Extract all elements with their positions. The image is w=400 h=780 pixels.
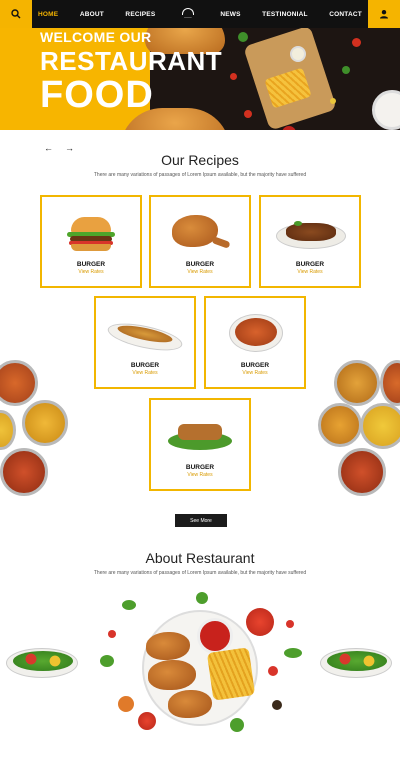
nav-contact[interactable]: CONTACT [329,11,362,18]
nav-home[interactable]: HOME [38,11,58,18]
recipe-card[interactable]: BURGER View Rates [204,296,306,389]
view-rates-link[interactable]: View Rates [132,370,157,376]
fried-chicken-piece-image [146,632,190,660]
pepper-decoration [272,700,282,710]
hero-plate-image [372,90,400,130]
curry-bowl-image [380,360,400,406]
curry-bowl-image [0,448,48,496]
tomato-decoration [246,608,274,636]
fried-chicken-image [160,211,240,255]
chef-hat-icon [181,8,194,15]
leaf-decoration [196,592,208,604]
recipe-name: BURGER [295,261,325,268]
curry-bowl-image [318,403,362,447]
view-rates-link[interactable]: View Rates [187,269,212,275]
logo-mark: ─── [184,16,192,20]
recipe-name: BURGER [185,261,215,268]
hero-tomato-decoration [352,38,361,47]
tomato-decoration [286,620,294,628]
curry-bowl-image [22,400,68,446]
rice-bowl-image [0,410,16,450]
view-rates-link[interactable]: View Rates [242,370,267,376]
fried-chicken-piece-image [148,660,196,690]
recipe-card[interactable]: BURGER View Rates [149,398,251,491]
view-rates-link[interactable]: View Rates [187,472,212,478]
salad-plate-image [6,648,78,678]
hero-dip-image [290,46,306,62]
nav-testimonial[interactable]: TESTINONIAL [262,11,308,18]
hero-tomato-decoration [244,110,252,118]
recipe-card[interactable]: BURGER View Rates [94,296,196,389]
about-title: About Restaurant [145,550,255,566]
curry-bowl-image [334,360,380,406]
leaf-decoration [122,600,136,610]
about-subtitle: There are many variations of passages of… [93,570,307,576]
fried-chicken-piece-image [168,690,212,718]
recipes-subtitle: There are many variations of passages of… [93,172,307,178]
hero-pepper-decoration [330,98,336,104]
recipe-name: BURGER [240,362,270,369]
recipe-name: BURGER [76,261,106,268]
recipe-name: BURGER [185,464,215,471]
see-more-button[interactable]: See More [175,514,227,527]
hero-tomato-decoration [230,73,237,80]
pepper-decoration [118,696,134,712]
page: HOME ABOUT RECIPES ─── NEWS TESTINONIAL … [0,0,400,780]
ketchup-bowl-image [197,618,233,654]
salad-plate-image [320,648,392,678]
hero-title-line3: FOOD [40,74,154,116]
user-icon [380,10,388,19]
view-rates-link[interactable]: View Rates [78,269,103,275]
leaf-decoration [100,655,114,667]
curry-bowl-image [0,360,38,406]
chicken-plate-image [215,312,295,356]
recipe-name: BURGER [130,362,160,369]
sandwich-image [160,414,240,458]
hero-ketchup-image [282,126,296,130]
recipe-card[interactable]: BURGER View Rates [259,195,361,288]
nav-news[interactable]: NEWS [220,11,240,18]
leaf-decoration [284,648,302,658]
logo[interactable]: ─── [177,5,199,23]
recipe-card[interactable]: BURGER View Rates [149,195,251,288]
burger-image [51,211,131,255]
hero-leaf-decoration [238,32,248,42]
recipes-title: Our Recipes [161,152,239,168]
top-navbar: HOME ABOUT RECIPES ─── NEWS TESTINONIAL … [0,0,400,28]
curry-bowl-image [338,448,386,496]
leaf-decoration [230,718,244,732]
tomato-decoration [268,666,278,676]
recipe-card[interactable]: BURGER View Rates [40,195,142,288]
main-nav: HOME ABOUT RECIPES ─── NEWS TESTINONIAL … [38,0,362,28]
tomato-decoration [108,630,116,638]
rice-bowl-image [360,403,400,449]
nav-recipes[interactable]: RECIPES [125,11,155,18]
grilled-dish-image [270,211,350,255]
user-button[interactable] [368,0,400,28]
search-button[interactable] [0,0,32,28]
view-rates-link[interactable]: View Rates [297,269,322,275]
search-icon [11,9,21,19]
tomato-decoration [138,712,156,730]
fries-image [206,647,256,701]
hero-title-line1: WELCOME OUR [40,29,152,45]
hero-leaf-decoration [342,66,350,74]
nav-about[interactable]: ABOUT [80,11,104,18]
hero-title: WELCOME OUR RESTAURANT FOOD [40,30,222,114]
hero-title-line2: RESTAURANT [40,46,223,76]
long-plate-image [105,312,185,356]
